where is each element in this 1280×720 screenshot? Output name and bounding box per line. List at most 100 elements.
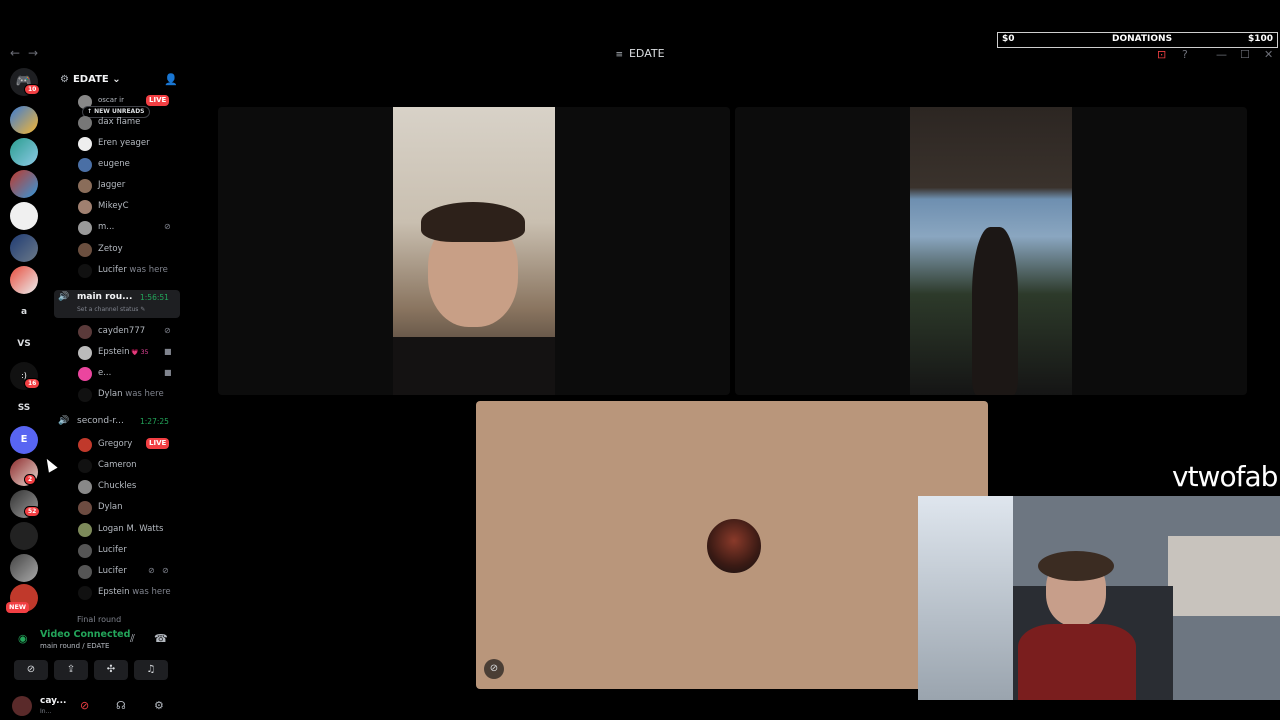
voice-channel-main-round[interactable]: 🔊 main rou... 1:56:51 Set a channel stat… (54, 290, 180, 318)
avatar (78, 179, 92, 193)
invite-user-icon[interactable]: 👤 (164, 73, 178, 86)
room-image (1168, 536, 1280, 616)
avatar (78, 523, 92, 537)
person-hair (421, 202, 525, 242)
avatar (78, 200, 92, 214)
member-sub: was here (126, 265, 168, 275)
server-icon[interactable] (10, 138, 38, 166)
server-badge: 16 (24, 378, 41, 389)
avatar (78, 346, 92, 360)
member-name-text: Epstein (98, 347, 130, 357)
avatar (78, 367, 92, 381)
server-icon[interactable] (10, 170, 38, 198)
voice-channel-final-round[interactable]: Final round (54, 613, 180, 624)
help-icon[interactable]: ? (1182, 48, 1188, 61)
avatar (78, 264, 92, 278)
person-image (972, 227, 1018, 395)
server-icon[interactable] (10, 202, 38, 230)
server-text-icon[interactable]: a (10, 298, 38, 326)
new-badge: NEW (6, 602, 30, 613)
soundboard-button[interactable]: ♫ (134, 660, 168, 680)
member-sub: 💗 35 (129, 349, 149, 356)
server-icon[interactable] (10, 106, 38, 134)
user-name[interactable]: cay... (40, 696, 66, 706)
server-text-icon[interactable]: SS (10, 394, 38, 422)
server-icon[interactable] (10, 234, 38, 262)
member-name: Dylan was here (98, 389, 164, 399)
video-tile[interactable]: ⊘ (476, 401, 988, 689)
user-status: In... (40, 708, 52, 715)
member-name: Cameron (98, 460, 137, 470)
avatar (78, 544, 92, 558)
member-name: Epstein 💗 35 (98, 347, 148, 357)
member-name-text: Jagger (98, 180, 126, 190)
close-icon[interactable]: ✕ (1264, 48, 1273, 61)
avatar (78, 565, 92, 579)
avatar (78, 243, 92, 257)
server-name-header[interactable]: ⚙ EDATE ⌄ (60, 74, 121, 85)
avatar (78, 388, 92, 402)
maximize-icon[interactable]: ☐ (1240, 48, 1250, 61)
minimize-icon[interactable]: — (1216, 48, 1227, 61)
server-icon[interactable]: E (10, 426, 38, 454)
member-name-text: Eren yeager (98, 138, 150, 148)
door-image (918, 496, 1013, 700)
activities-button[interactable]: ✣ (94, 660, 128, 680)
mic-muted-icon: ⊘ (484, 659, 504, 679)
video-feed (910, 107, 1072, 395)
gear-icon[interactable]: ⚙ (154, 699, 164, 712)
mic-muted-icon[interactable]: ⊘ (80, 699, 89, 712)
avatar (78, 158, 92, 172)
camera-icon: ■ (164, 347, 172, 356)
server-icon[interactable] (10, 266, 38, 294)
speaker-icon: 🔊 (58, 292, 70, 302)
member-name: cayden777 (98, 326, 145, 336)
video-tile[interactable] (218, 107, 730, 395)
member-name: oscar ir (98, 96, 124, 104)
disconnect-icon[interactable]: ☎ (154, 632, 168, 645)
camera-icon: ■ (164, 368, 172, 377)
member-name: Chuckles (98, 481, 136, 491)
signal-icon[interactable]: ◉ (18, 632, 28, 645)
server-text-icon[interactable]: VS (10, 330, 38, 358)
member-name-text: eugene (98, 159, 130, 169)
person-shirt (1018, 624, 1136, 700)
server-icon: ≡ (615, 50, 623, 60)
channel-sidebar: ⚙ EDATE ⌄ 👤 oscar ir LIVE ↑ NEW UNREADS d… (48, 64, 184, 624)
avatar (78, 438, 92, 452)
member-name-text: cayden777 (98, 326, 146, 336)
member-name-text: Dylan (98, 389, 123, 399)
server-icon[interactable] (10, 522, 38, 550)
channel-name: second-r... (77, 416, 124, 426)
channel-name: Final round (77, 615, 122, 624)
server-rail: 🎮 10 a VS :) 16 SS E 2 52 NEW (0, 64, 48, 720)
member-sub: was here (122, 389, 164, 399)
server-icon[interactable] (10, 554, 38, 582)
speaker-icon: 🔊 (58, 416, 70, 426)
member-name-text: Cameron (98, 460, 137, 470)
member-name: Lucifer (98, 545, 127, 555)
noise-suppression-icon[interactable]: ⫽ (130, 632, 135, 646)
channel-status[interactable]: Set a channel status ✎ (77, 306, 145, 313)
camera-off-button[interactable]: ⊘ (14, 660, 48, 680)
member-name-text: Lucifer (98, 566, 127, 576)
server-gear-icon: ⚙ (60, 74, 69, 85)
server-badge: 52 (24, 506, 41, 517)
screen-share-button[interactable]: ⇪ (54, 660, 88, 680)
mic-muted-icon: ⊘ (164, 222, 171, 231)
voice-status-subtitle[interactable]: main round / EDATE (40, 642, 109, 650)
avatar[interactable] (12, 696, 32, 716)
mic-muted-icon: ⊘ (148, 566, 155, 575)
inbox-icon[interactable]: ⊡ (1157, 48, 1166, 61)
video-tile[interactable] (735, 107, 1247, 395)
server-badge: 2 (24, 474, 37, 485)
channel-timer: 1:56:51 (140, 293, 169, 302)
member-name: Lucifer (98, 566, 127, 576)
donations-bar: $0 DONATIONS $100 (997, 32, 1278, 48)
member-name: Epstein was here (98, 587, 171, 597)
member-name-text: Gregory (98, 439, 133, 449)
headphones-icon[interactable]: ☊ (116, 699, 126, 712)
donations-max: $100 (1247, 34, 1273, 44)
dm-badge: 10 (24, 84, 41, 95)
member-name: e... (98, 368, 111, 378)
